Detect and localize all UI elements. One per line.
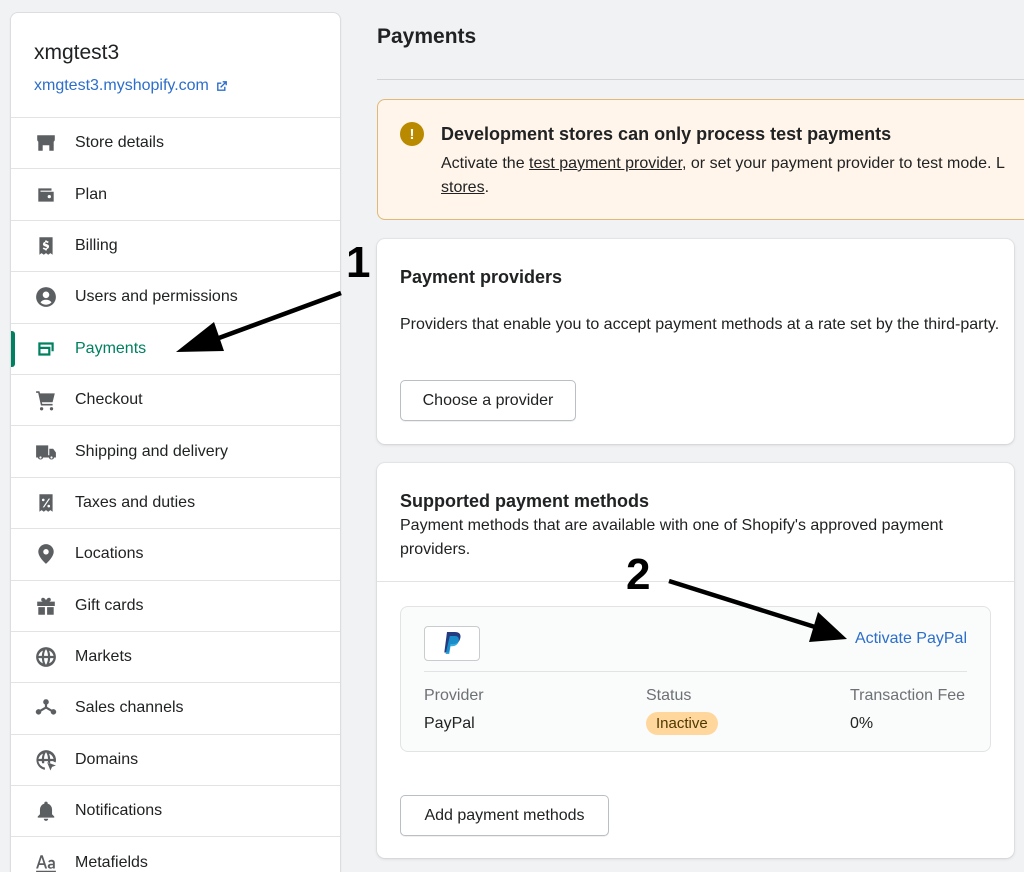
banner-title: Development stores can only process test… [441,124,892,144]
warning-banner: ! Development stores can only process te… [377,99,1024,220]
store-icon [34,131,58,155]
text-aa-icon [34,851,58,872]
banner-text-after: . [484,179,490,196]
sidebar-item-domains[interactable]: Domains [11,735,340,787]
add-payment-methods-button[interactable]: Add payment methods [400,795,609,836]
paypal-method-box: Activate PayPal Provider Status Transact… [400,606,991,752]
sidebar-item-metafields[interactable]: Metafields [11,837,340,872]
banner-text-before: Activate the [441,155,530,172]
sidebar-item-label: Shipping and delivery [75,442,228,460]
fee-column-header: Transaction Fee [850,687,966,704]
sidebar-item-plan[interactable]: Plan [11,169,340,221]
provider-value: PayPal [424,715,475,732]
user-circle-icon [34,285,58,309]
bell-icon [34,799,58,823]
wallet-icon [34,183,58,207]
payment-providers-description: Providers that enable you to accept paym… [400,316,1000,333]
sidebar-item-label: Plan [75,185,108,203]
globe-markets-icon [34,645,58,669]
sidebar-item-markets[interactable]: Markets [11,632,340,684]
sidebar-item-label: Store details [75,134,164,152]
sidebar-item-shipping[interactable]: Shipping and delivery [11,426,340,478]
receipt-dollar-icon [34,234,58,258]
location-pin-icon [34,542,58,566]
sidebar-item-checkout[interactable]: Checkout [11,375,340,427]
sidebar-item-billing[interactable]: Billing [11,221,340,273]
sidebar-item-label: Domains [75,750,139,768]
settings-sidebar: xmgtest3 xmgtest3.myshopify.com Store de… [10,12,341,872]
globe-cursor-icon [34,748,58,772]
tax-receipt-icon [34,491,58,515]
annotation-number-2: 2 [626,550,651,599]
store-url-text[interactable]: xmgtest3.myshopify.com [34,77,209,95]
payment-providers-title: Payment providers [400,267,563,287]
annotation-number-1: 1 [346,238,371,287]
banner-text: Activate the test payment provider, or s… [441,152,1024,200]
sidebar-item-label: Payments [75,339,147,357]
sidebar-item-label: Sales channels [75,699,184,717]
store-name: xmgtest3 [34,41,120,64]
gift-icon [34,594,58,618]
external-link-icon [216,81,227,91]
sidebar-item-label: Taxes and duties [75,493,196,511]
sidebar-item-label: Notifications [75,802,163,820]
sidebar-item-label: Checkout [75,391,143,409]
store-header: xmgtest3 xmgtest3.myshopify.com [11,13,340,118]
activate-paypal-link[interactable]: Activate PayPal [855,630,967,648]
sidebar-item-label: Gift cards [75,596,144,614]
status-badge: Inactive [646,712,718,735]
title-divider [377,79,1024,80]
supported-methods-description: Payment methods that are available with … [400,517,943,558]
sidebar-item-payments[interactable]: Payments [11,324,340,375]
banner-text-middle: , or set your payment provider to test m… [682,155,1005,172]
sidebar-item-store-details[interactable]: Store details [11,118,340,170]
sidebar-item-gift-cards[interactable]: Gift cards [11,581,340,632]
test-payment-provider-link[interactable]: test payment provider [529,155,682,172]
fee-value: 0% [850,715,874,732]
warning-icon: ! [400,122,424,146]
paypal-logo-icon [424,626,480,661]
sidebar-item-label: Metafields [75,853,148,871]
payment-providers-card: Payment providers Providers that enable … [377,239,1014,444]
channels-icon [34,696,58,720]
sidebar-item-label: Markets [75,648,132,666]
status-column-header: Status [646,687,692,704]
sidebar-item-sales-channels[interactable]: Sales channels [11,683,340,735]
choose-provider-button[interactable]: Choose a provider [400,380,576,421]
sidebar-item-label: Users and permissions [75,288,238,306]
store-url-link[interactable]: xmgtest3.myshopify.com [34,77,340,95]
sidebar-item-notifications[interactable]: Notifications [11,786,340,838]
method-box-divider [424,671,967,672]
provider-column-header: Provider [424,687,484,704]
supported-methods-title: Supported payment methods [400,491,650,511]
sidebar-item-label: Locations [75,545,144,563]
stores-link[interactable]: stores [441,179,485,196]
page-title: Payments [377,25,477,48]
cart-icon [34,388,58,412]
payment-card-icon [34,337,58,361]
sidebar-item-locations[interactable]: Locations [11,529,340,581]
supported-payment-methods-card: Supported payment methods Payment method… [377,463,1014,858]
card-divider [377,581,1014,582]
sidebar-item-users[interactable]: Users and permissions [11,272,340,324]
sidebar-item-label: Billing [75,236,118,254]
truck-icon [34,440,58,464]
sidebar-item-taxes[interactable]: Taxes and duties [11,478,340,530]
